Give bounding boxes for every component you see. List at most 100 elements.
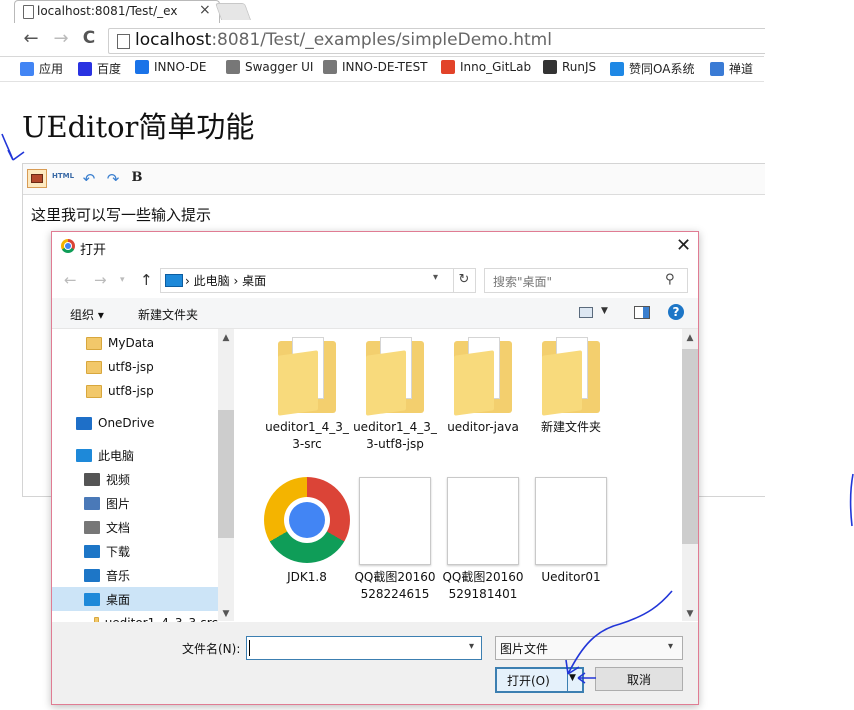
nav-item[interactable]: 下载 [52,539,218,563]
file-name: ueditor1_4_3_3-src [265,420,349,451]
insert-image-icon[interactable] [27,169,47,188]
bookmark-item[interactable]: Swagger UI [226,60,313,74]
file-item[interactable]: 新建文件夹 [522,337,620,436]
file-type-value: 图片文件 [500,642,549,656]
computer-icon [76,448,92,462]
undo-icon[interactable]: ↶ [79,170,99,188]
file-item[interactable]: JDK1.8 [258,477,356,586]
bookmark-item[interactable]: INNO-DE-TEST [323,60,428,74]
organize-menu[interactable]: 组织 ▾ [70,306,104,323]
bookmark-item[interactable]: INNO-DE [135,60,206,74]
file-item[interactable]: QQ截图20160529181401 [434,477,532,603]
filename-input[interactable]: ▾ [246,636,482,660]
image-thumbnail-icon [359,477,431,565]
folder-icon [278,337,336,416]
nav-item[interactable]: MyData [52,331,218,355]
path-breadcrumb[interactable]: › 此电脑 › 桌面 ▾ [160,268,454,293]
tab-title: localhost:8081/Test/_ex [37,4,178,18]
nav-item[interactable]: utf8-jsp [52,379,218,403]
split-divider [567,669,568,691]
nav-item[interactable]: OneDrive [52,411,218,435]
file-item[interactable]: ueditor-java [434,337,532,436]
open-button[interactable]: 打开(O) ▼ [495,667,584,693]
file-type-select[interactable]: 图片文件 ▾ [495,636,683,660]
chevron-down-icon[interactable]: ▾ [469,641,474,652]
file-scrollbar-thumb[interactable] [682,349,698,544]
redo-icon[interactable]: ↷ [103,170,123,188]
bookmark-label: 应用 [39,62,64,76]
bookmark-label: INNO-DE [154,60,207,74]
html-source-button[interactable]: HTML [51,172,75,190]
view-mode-icon[interactable] [579,307,593,318]
page-icon [117,34,130,49]
bookmark-item[interactable]: 赞同OA系统 [610,60,694,77]
nav-item[interactable]: 图片 [52,491,218,515]
nav-item[interactable]: 桌面 [52,587,218,611]
address-bar[interactable]: localhost:8081/Test/_examples/simpleDemo… [108,28,765,54]
new-folder-button[interactable]: 新建文件夹 [138,306,198,323]
page-icon [23,5,34,19]
network-icon [135,60,149,74]
bookmark-item[interactable]: 禅道 [710,60,753,77]
preview-pane-icon[interactable] [634,306,650,319]
browser-tab[interactable]: localhost:8081/Test/_ex × [14,0,220,23]
dialog-nav-row: ← → ▾ ↑ › 此电脑 › 桌面 ▾ ↻ 搜索"桌面" ⚲ [52,266,698,296]
back-button[interactable]: ← [20,28,42,49]
document-icon [84,520,100,534]
search-icon: ⚲ [665,272,675,287]
bookmark-label: 赞同OA系统 [629,62,695,76]
nav-scrollbar-thumb[interactable] [218,410,234,538]
zentao-icon [710,61,724,76]
bookmark-item[interactable]: RunJS [543,60,596,74]
desktop-icon [84,592,100,606]
nav-item[interactable]: 音乐 [52,563,218,587]
address-url: localhost:8081/Test/_examples/simpleDemo… [135,30,552,50]
chevron-down-icon: ▾ [668,641,674,652]
up-arrow-icon[interactable]: ↑ [140,271,153,289]
forward-arrow-icon[interactable]: → [94,271,107,289]
file-name: Ueditor01 [541,570,601,584]
dialog-title: 打开 [80,243,107,258]
navigation-pane: MyData utf8-jsp utf8-jsp OneDrive 此电脑 视频 图片 文档下… [52,329,234,630]
close-icon[interactable]: ✕ [676,235,691,256]
new-tab-button[interactable] [214,3,252,20]
forward-button[interactable]: → [50,28,72,49]
file-item[interactable]: ueditor1_4_3_3-src [258,337,356,453]
bookmark-label: Inno_GitLab [460,60,532,74]
refresh-icon[interactable]: ↻ [453,268,476,293]
nav-item[interactable]: 此电脑 [52,443,218,467]
file-name: ueditor-java [447,420,519,434]
nav-item-label: 文档 [106,520,131,535]
breadcrumb-pc[interactable]: 此电脑 [194,274,230,288]
chevron-down-icon[interactable]: ▼ [601,306,608,316]
file-item[interactable]: QQ截图20160528224615 [346,477,444,603]
text-caret [249,640,250,656]
chevron-down-icon[interactable]: ▼ [569,673,576,683]
bookmark-item[interactable]: Inno_GitLab [441,60,531,74]
file-list: ueditor1_4_3_3-src ueditor1_4_3_3-utf8-js… [236,329,682,621]
page-title: UEditor简单功能 [22,110,255,144]
bookmark-label: RunJS [562,60,597,74]
help-icon[interactable]: ? [668,304,684,320]
search-input[interactable]: 搜索"桌面" ⚲ [484,268,688,293]
bookmark-item[interactable]: 应用 [20,60,63,77]
nav-item[interactable]: utf8-jsp [52,355,218,379]
nav-item[interactable]: 视频 [52,467,218,491]
recent-locations-chevron-icon[interactable]: ▾ [120,275,125,285]
file-item[interactable]: ueditor1_4_3_3-utf8-jsp [346,337,444,453]
nav-item-label: 此电脑 [98,448,135,463]
back-arrow-icon[interactable]: ← [64,271,77,289]
filename-label: 文件名(N): [182,642,241,656]
image-thumbnail-icon [447,477,519,565]
nav-item[interactable]: 文档 [52,515,218,539]
chevron-down-icon[interactable]: ▾ [433,272,438,283]
page-icon [226,60,240,74]
reload-button[interactable]: C [78,28,100,48]
bold-button[interactable]: B [127,170,147,188]
editor-body-text[interactable]: 这里我可以写一些输入提示 [31,204,211,225]
breadcrumb-desktop[interactable]: 桌面 [242,274,266,288]
file-item[interactable]: Ueditor01 [522,477,620,586]
bookmark-item[interactable]: 百度 [78,60,121,77]
close-tab-icon[interactable]: × [199,2,211,18]
cancel-button[interactable]: 取消 [595,667,683,691]
